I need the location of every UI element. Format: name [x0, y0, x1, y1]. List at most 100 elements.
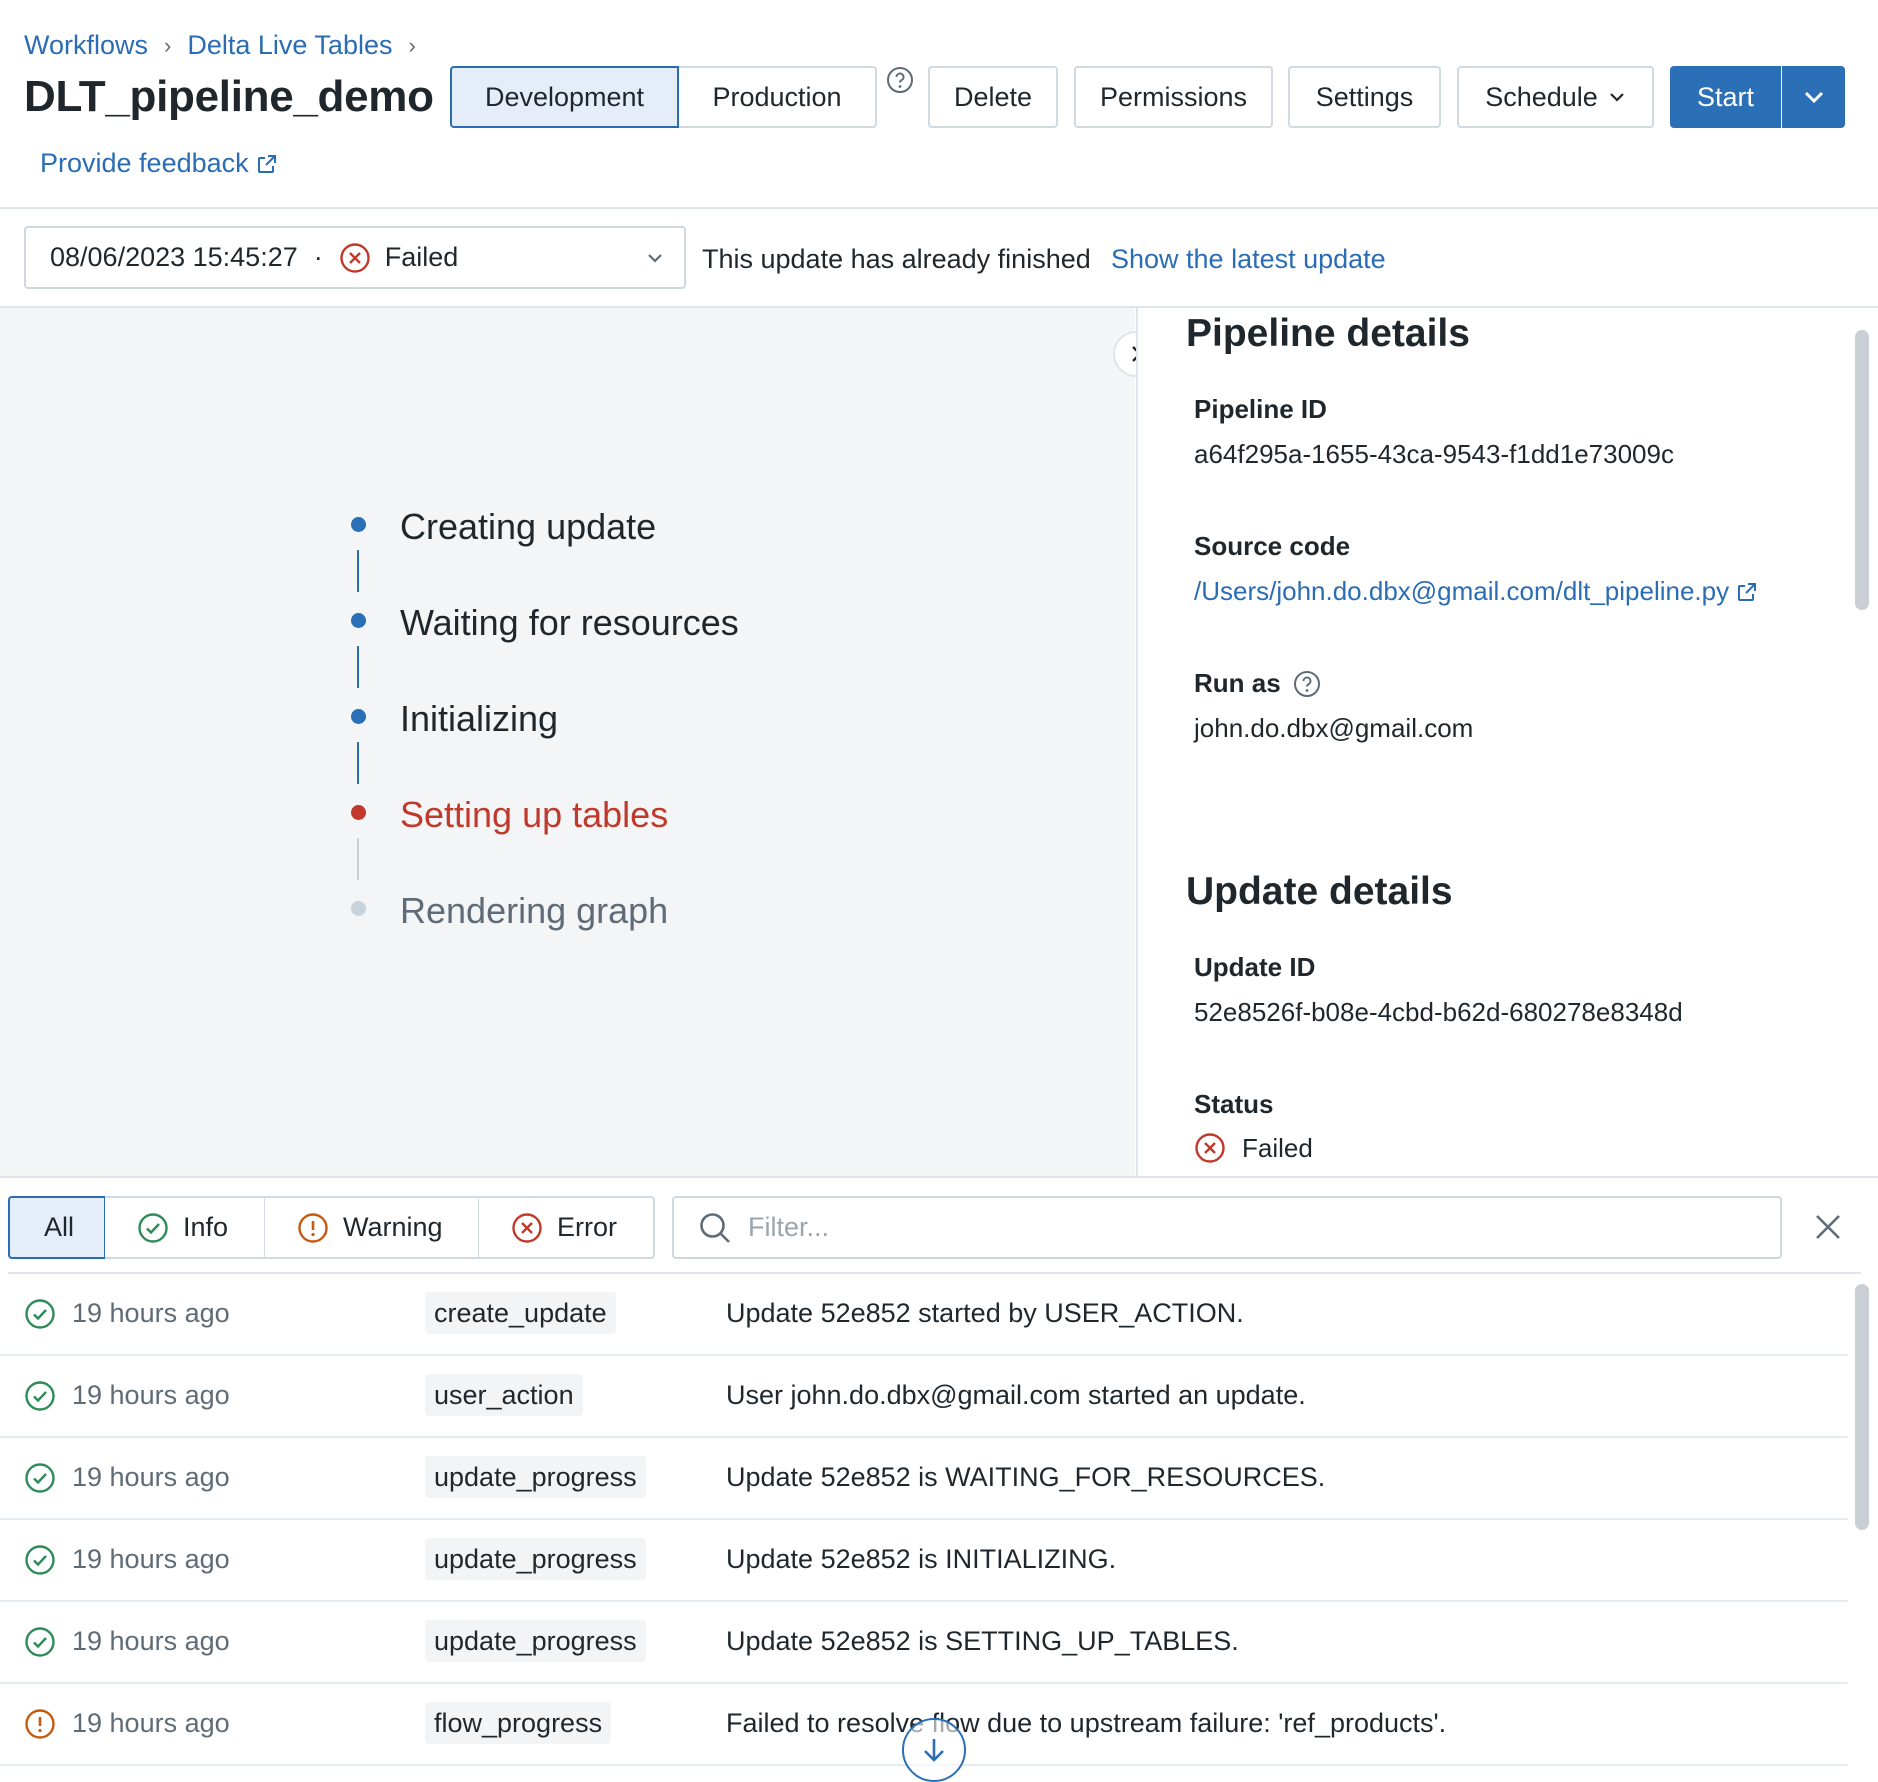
question-circle-icon[interactable] [886, 66, 914, 94]
details-pane: Pipeline details Pipeline ID a64f295a-16… [1136, 308, 1878, 1176]
update-id-label: Update ID [1194, 952, 1316, 982]
breadcrumb-delta-live-tables[interactable]: Delta Live Tables [187, 30, 392, 61]
step-waiting-for-resources: Waiting for resources [400, 602, 739, 643]
external-link-icon [1735, 580, 1759, 604]
provide-feedback-label: Provide feedback [40, 148, 249, 178]
table-row[interactable]: 19 hours ago update_progress Update 52e8… [0, 1602, 1848, 1684]
production-mode-button[interactable]: Production [679, 66, 877, 128]
status-value: Failed [1194, 1132, 1313, 1164]
event-log-scrollbar[interactable] [1855, 1284, 1869, 1530]
show-latest-update-link[interactable]: Show the latest update [1111, 244, 1386, 275]
start-dropdown-button[interactable] [1782, 66, 1845, 128]
event-message: Update 52e852 started by USER_ACTION. [726, 1298, 1244, 1328]
status-text: Failed [1242, 1132, 1313, 1163]
check-circle-icon [24, 1298, 56, 1330]
event-time: 19 hours ago [72, 1462, 230, 1492]
table-row[interactable]: 19 hours ago update_progress Update 52e8… [0, 1438, 1848, 1520]
status-label: Status [1194, 1089, 1274, 1119]
source-code-path: /Users/john.do.dbx@gmail.com/dlt_pipelin… [1194, 576, 1730, 606]
event-filter-input[interactable]: Filter... [672, 1196, 1782, 1259]
event-time: 19 hours ago [72, 1544, 230, 1574]
event-time: 19 hours ago [72, 1626, 230, 1656]
update-timestamp: 08/06/2023 15:45:27 [50, 242, 298, 272]
filter-all-button[interactable]: All [8, 1196, 106, 1259]
update-details-heading: Update details [1186, 870, 1453, 913]
update-id-value: 52e8526f-b08e-4cbd-b62d-680278e8348d [1194, 997, 1683, 1027]
provide-feedback-link[interactable]: Provide feedback [40, 148, 279, 179]
run-as-label-wrap: Run as [1194, 668, 1321, 699]
event-type: user_action [425, 1374, 583, 1416]
event-type: create_update [425, 1292, 616, 1334]
chevron-down-icon [1801, 84, 1827, 110]
update-status: Failed [384, 242, 459, 272]
table-row[interactable]: 19 hours ago user_action User john.do.db… [0, 1356, 1848, 1438]
pipeline-id-label: Pipeline ID [1194, 394, 1327, 424]
event-time: 19 hours ago [72, 1298, 230, 1328]
filter-all-label: All [44, 1212, 75, 1242]
details-scrollbar[interactable] [1855, 330, 1869, 610]
event-type: update_progress [425, 1620, 646, 1662]
filter-warning-label: Warning [343, 1212, 443, 1242]
check-circle-icon [24, 1544, 56, 1576]
filter-placeholder: Filter... [748, 1212, 830, 1242]
failed-icon [1194, 1132, 1226, 1164]
development-mode-button[interactable]: Development [450, 66, 679, 128]
update-selector[interactable]: 08/06/2023 15:45:27 · Failed [24, 226, 686, 289]
filter-warning-button[interactable]: Warning [265, 1196, 480, 1259]
permissions-button[interactable]: Permissions [1074, 66, 1273, 128]
close-icon[interactable] [1813, 1212, 1843, 1242]
check-circle-icon [24, 1626, 56, 1658]
chevron-down-icon [646, 249, 664, 267]
filter-info-button[interactable]: Info [105, 1196, 266, 1259]
question-circle-icon[interactable] [1293, 670, 1321, 698]
run-as-label: Run as [1194, 668, 1281, 698]
delete-button[interactable]: Delete [928, 66, 1058, 128]
step-connector [357, 838, 359, 880]
table-row[interactable]: 19 hours ago create_update Update 52e852… [0, 1274, 1848, 1356]
warning-circle-icon [297, 1212, 329, 1244]
check-circle-icon [137, 1212, 169, 1244]
step-rendering-graph: Rendering graph [400, 890, 669, 931]
event-message: Update 52e852 is INITIALIZING. [726, 1544, 1117, 1574]
event-type: update_progress [425, 1538, 646, 1580]
pipeline-id-value: a64f295a-1655-43ca-9543-f1dd1e73009c [1194, 439, 1674, 469]
breadcrumb: Workflows › Delta Live Tables › [24, 30, 416, 61]
warning-circle-icon [24, 1708, 56, 1740]
chevron-down-icon [1608, 88, 1626, 106]
breadcrumb-workflows[interactable]: Workflows [24, 30, 148, 61]
step-dot-waiting-for-resources [351, 613, 366, 628]
event-log-toolbar: All Info Warning Error Filter... [0, 1176, 1878, 1272]
schedule-label: Schedule [1485, 81, 1598, 112]
event-type: update_progress [425, 1456, 646, 1498]
step-connector [357, 742, 359, 784]
filter-error-label: Error [557, 1212, 617, 1242]
filter-error-button[interactable]: Error [479, 1196, 655, 1259]
step-initializing: Initializing [400, 698, 559, 739]
step-creating-update: Creating update [400, 506, 657, 547]
external-link-icon [255, 152, 279, 176]
schedule-button[interactable]: Schedule [1457, 66, 1654, 128]
start-button[interactable]: Start [1670, 66, 1781, 128]
source-code-link[interactable]: /Users/john.do.dbx@gmail.com/dlt_pipelin… [1194, 576, 1759, 607]
search-icon [698, 1211, 732, 1245]
source-code-label: Source code [1194, 531, 1351, 561]
event-log-list: 19 hours ago create_update Update 52e852… [0, 1274, 1848, 1766]
step-setting-up-tables: Setting up tables [400, 794, 669, 835]
arrow-down-circle-icon[interactable] [902, 1718, 966, 1782]
error-circle-icon [511, 1212, 543, 1244]
event-message: Failed to resolve flow due to upstream f… [726, 1708, 1447, 1738]
event-message: User john.do.dbx@gmail.com started an up… [726, 1380, 1306, 1410]
check-circle-icon [24, 1462, 56, 1494]
settings-button[interactable]: Settings [1288, 66, 1441, 128]
separator-dot: · [313, 242, 323, 272]
table-row[interactable]: 19 hours ago update_progress Update 52e8… [0, 1520, 1848, 1602]
header-divider [0, 207, 1878, 209]
event-time: 19 hours ago [72, 1380, 230, 1410]
step-dot-initializing [351, 709, 366, 724]
chevron-right-icon: › [164, 32, 172, 58]
check-circle-icon [24, 1380, 56, 1412]
step-dot-creating-update [351, 517, 366, 532]
run-as-value: john.do.dbx@gmail.com [1194, 713, 1474, 743]
event-message: Update 52e852 is SETTING_UP_TABLES. [726, 1626, 1239, 1656]
step-dot-setting-up-tables [351, 805, 366, 820]
